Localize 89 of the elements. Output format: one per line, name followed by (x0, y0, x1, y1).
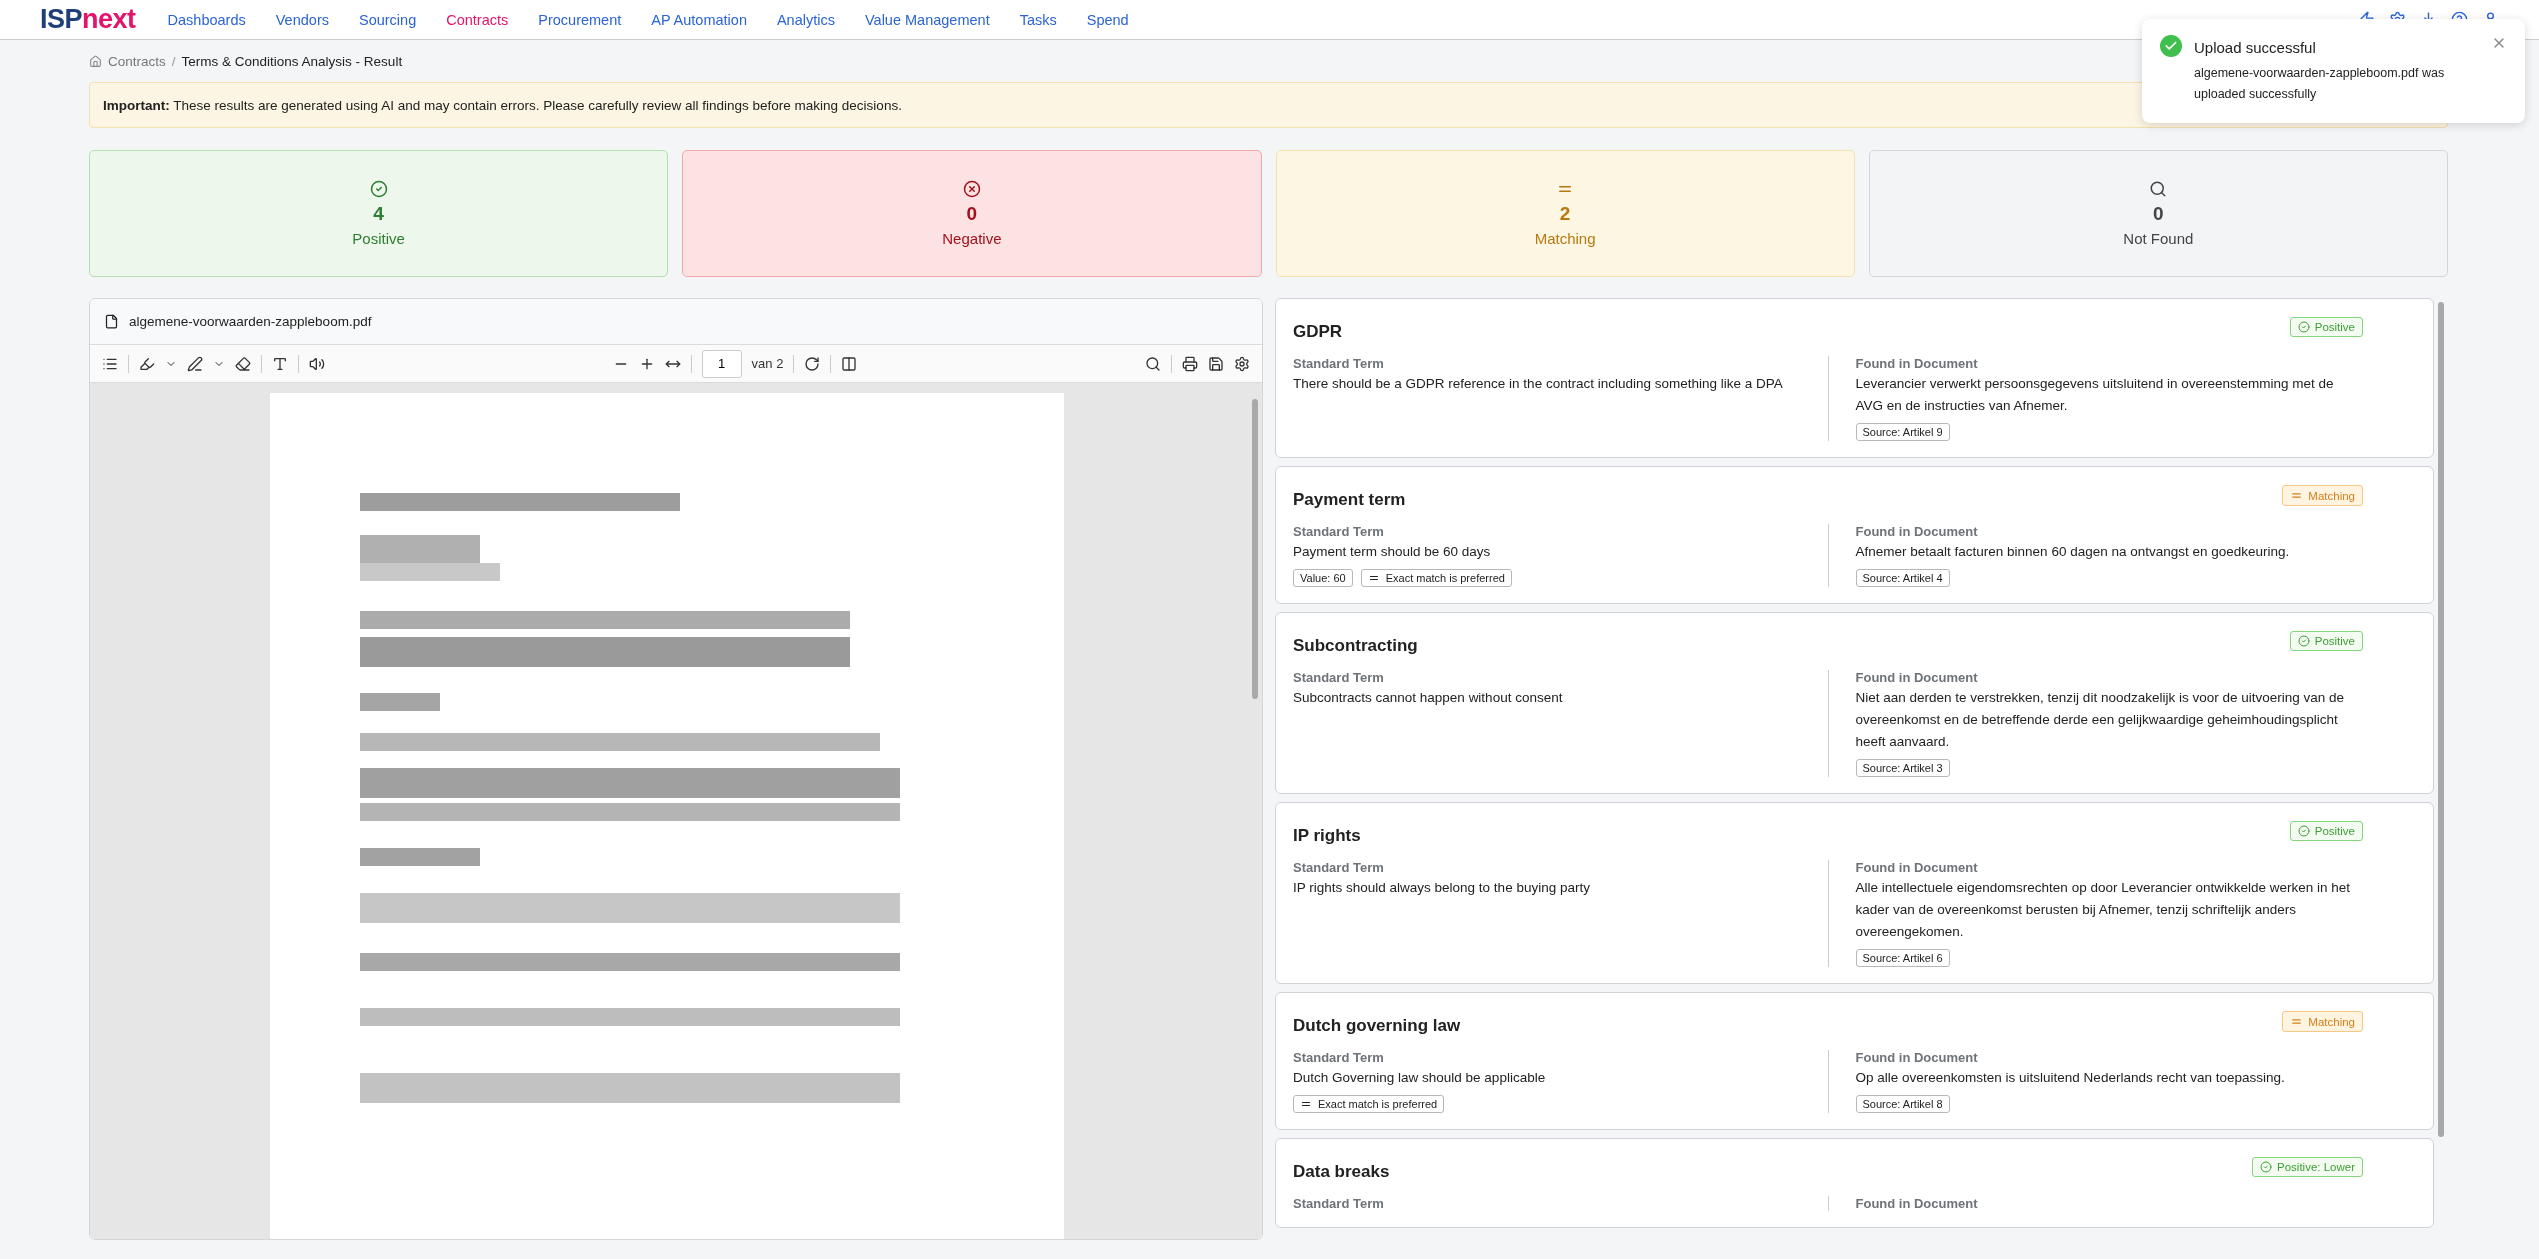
source-tag: Source: Artikel 6 (1855, 949, 1950, 967)
nav-link[interactable]: Spend (1086, 11, 1129, 28)
found-text: Leverancier verwerkt persoonsgegevens uitsluitend in overeenstemming met de AVG en de instructies van Afnemer. (1855, 375, 2335, 415)
status-badge: Matching (2282, 1011, 2363, 1032)
eraser-icon[interactable] (235, 355, 251, 372)
status-badge: Matching (2282, 485, 2363, 506)
print-icon[interactable] (1182, 355, 1198, 372)
nav-link[interactable]: Value Management (865, 11, 990, 28)
status-badge: Positive: Lower (2252, 1157, 2363, 1177)
search-icon[interactable] (1145, 355, 1161, 372)
standard-term-text: IP rights should always belong to the buying party (1293, 879, 1590, 897)
file-name: algemene-voorwaarden-zappleboom.pdf (129, 314, 372, 329)
breadcrumb-item[interactable]: Contracts (108, 53, 166, 69)
found-text: Niet aan derden te verstrekken, tenzij dit noodzakelijk is voor de uitvoering van de overeenkomst en de betreffende derde een gelijkwaardige geheimhoudingsplicht heeft aanvaard. (1855, 689, 2346, 751)
finding-title: Payment term (1293, 490, 1406, 510)
summary-label: Positive (352, 230, 405, 247)
source-tag: Source: Artikel 3 (1855, 759, 1950, 777)
nav-link[interactable]: Dashboards (167, 11, 246, 28)
finding-title: GDPR (1293, 322, 1343, 342)
file-icon (104, 314, 119, 329)
section-label: Standard Term (1293, 356, 1384, 371)
section-label: Found in Document (1855, 1050, 1978, 1065)
found-text: Op alle overeenkomsten is uitsluitend Nederlands recht van toepassing. (1855, 1069, 2285, 1087)
standard-term-text: Payment term should be 60 days (1293, 543, 1491, 561)
two-page-icon[interactable] (841, 355, 858, 372)
nav-link[interactable]: Analytics (776, 11, 835, 28)
status-badge: Positive (2289, 631, 2363, 651)
section-label: Found in Document (1855, 524, 1978, 539)
summary-label: Negative (942, 230, 1002, 247)
nav-link[interactable]: Sourcing (358, 11, 417, 28)
source-tag: Source: Artikel 8 (1855, 1095, 1950, 1113)
value-tag: Value: 60 (1293, 569, 1353, 587)
nav-link[interactable]: Procurement (538, 11, 622, 28)
finding-title: IP rights (1293, 826, 1361, 846)
status-badge: Positive (2289, 317, 2363, 337)
text-icon[interactable] (272, 355, 288, 372)
section-label: Standard Term (1293, 670, 1384, 685)
speaker-icon[interactable] (309, 355, 325, 372)
x-circle-icon (962, 180, 981, 198)
source-tag: Source: Artikel 9 (1855, 423, 1950, 441)
page-total: van 2 (751, 356, 784, 371)
finding-title: Subcontracting (1293, 636, 1418, 656)
source-tag: Source: Artikel 4 (1855, 569, 1950, 587)
standard-term-text: Subcontracts cannot happen without consent (1293, 689, 1563, 707)
match-rule-tag: Exact match is preferred (1293, 1095, 1445, 1113)
highlighter-icon[interactable] (139, 355, 155, 372)
standard-term-text: Dutch Governing law should be applicable (1293, 1069, 1546, 1087)
check-circle-icon (2297, 825, 2310, 837)
pen-icon[interactable] (187, 355, 203, 372)
finding-title: Data breaks (1293, 1162, 1390, 1182)
section-label: Found in Document (1855, 670, 1978, 685)
section-label: Found in Document (1855, 356, 1978, 371)
nav-link[interactable]: AP Automation (651, 11, 747, 28)
check-circle-icon (369, 180, 388, 198)
page-number-field[interactable]: 1 (701, 349, 742, 378)
section-label: Found in Document (1855, 1196, 1978, 1211)
nav-link[interactable]: Vendors (275, 11, 329, 28)
summary-count: 2 (1559, 203, 1571, 225)
summary-count: 4 (373, 203, 384, 225)
check-circle-icon (2297, 635, 2310, 647)
save-icon[interactable] (1208, 355, 1224, 372)
section-label: Found in Document (1855, 860, 1978, 875)
found-text: Alle intellectuele eigendomsrechten op door Leverancier ontwikkelde werken in het kader van de overeenkomst berusten bij Afnemer, tenzij schriftelijk anders overeengekomen. (1855, 879, 2352, 941)
nav-link[interactable]: Tasks (1019, 11, 1057, 28)
standard-term-text: There should be a GDPR reference in the contract including something like a DPA (1293, 375, 1783, 393)
summary-count: 0 (2153, 203, 2164, 225)
logo[interactable]: ISPnext (40, 4, 136, 35)
found-text: Afnemer betaalt facturen binnen 60 dagen na ontvangst en goedkeuring. (1855, 543, 2290, 561)
search-icon (2149, 180, 2168, 198)
summary-label: Matching (1534, 230, 1596, 247)
breadcrumb-separator: / (171, 53, 176, 69)
settings-icon[interactable] (1234, 355, 1250, 372)
breadcrumb-item: Terms & Conditions Analysis - Result (181, 53, 403, 69)
finding-title: Dutch governing law (1293, 1016, 1461, 1036)
nav-link[interactable]: Contracts (446, 11, 509, 28)
status-badge: Positive (2289, 821, 2363, 841)
success-icon (2160, 35, 2182, 57)
check-circle-icon (2297, 321, 2310, 333)
section-label: Standard Term (1293, 524, 1384, 539)
toast-title: Upload successful (2194, 38, 2317, 56)
section-label: Standard Term (1293, 860, 1384, 875)
home-icon[interactable] (89, 54, 102, 68)
rotate-icon[interactable] (804, 355, 821, 372)
check-circle-icon (2260, 1161, 2272, 1173)
summary-count: 0 (966, 203, 978, 225)
summary-label: Not Found (2123, 230, 2194, 247)
section-label: Standard Term (1293, 1196, 1384, 1211)
section-label: Standard Term (1293, 1050, 1384, 1065)
match-rule-tag: Exact match is preferred (1360, 569, 1512, 587)
